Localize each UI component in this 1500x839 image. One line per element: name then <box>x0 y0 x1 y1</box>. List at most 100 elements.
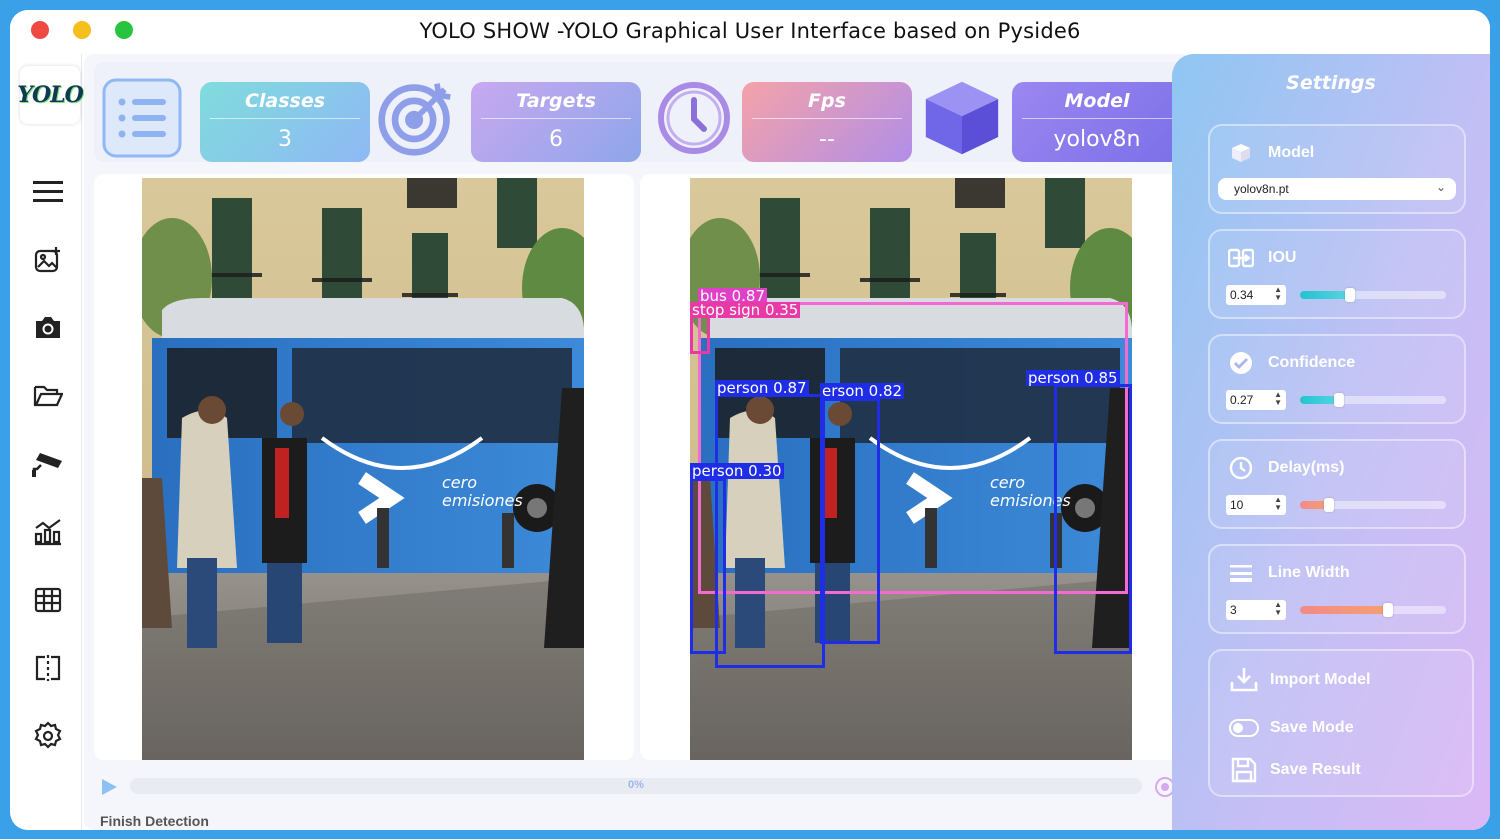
iou-setting-header: IOU <box>1226 243 1296 273</box>
check-circle-icon <box>1226 349 1256 377</box>
progress-row: 0% <box>84 772 1190 802</box>
model-value: yolov8n <box>1053 127 1141 152</box>
targets-label: Targets <box>516 90 596 112</box>
confidence-spinbox[interactable]: 0.27 ▲ ▼ <box>1226 390 1286 410</box>
left-sidebar: YOLO <box>12 54 84 830</box>
person-detection-label-4: person 0.30 <box>690 462 784 480</box>
status-text: Finish Detection <box>100 813 209 829</box>
person-detection-box-2 <box>820 398 880 644</box>
iou-settings-card: IOU 0.34 ▲ ▼ <box>1208 229 1466 319</box>
delay-label: Delay(ms) <box>1268 459 1345 476</box>
folder-open-icon[interactable] <box>32 380 64 412</box>
delay-slider-handle[interactable] <box>1324 498 1335 512</box>
import-model-label: Import Model <box>1270 671 1371 688</box>
save-mode-toggle[interactable]: Save Mode <box>1228 713 1354 743</box>
spin-arrows-icon[interactable]: ▲ ▼ <box>1274 601 1282 617</box>
line-width-label: Line Width <box>1268 564 1350 581</box>
classes-value: 3 <box>278 127 292 152</box>
toggle-switch-icon[interactable] <box>1228 713 1260 743</box>
logo-text: YOLO <box>17 82 84 108</box>
iou-slider[interactable] <box>1300 288 1446 302</box>
person-detection-label-1: person 0.87 <box>715 379 809 397</box>
yolo-logo: YOLO <box>17 66 84 124</box>
confidence-setting-header: Confidence <box>1226 348 1355 378</box>
confidence-settings-card: Confidence 0.27 ▲ ▼ <box>1208 334 1466 424</box>
model-label: Model <box>1064 90 1130 112</box>
delay-spinbox[interactable]: 10 ▲ ▼ <box>1226 495 1286 515</box>
fps-card: Fps -- <box>742 82 912 162</box>
fps-value: -- <box>819 127 835 152</box>
title-bar: YOLO SHOW -YOLO Graphical User Interface… <box>10 10 1490 52</box>
model-select-value: yolov8n.pt <box>1234 182 1289 196</box>
line-width-settings-card: Line Width 3 ▲ ▼ <box>1208 544 1466 634</box>
line-width-setting-header: Line Width <box>1226 558 1350 588</box>
classes-label: Classes <box>244 90 326 112</box>
model-select[interactable]: yolov8n.pt ⌄ <box>1218 178 1456 200</box>
confidence-slider[interactable] <box>1300 393 1446 407</box>
progress-bar[interactable]: 0% <box>130 778 1142 794</box>
clock-small-icon <box>1226 454 1256 482</box>
svg-text:emisiones: emisiones <box>442 491 523 510</box>
cube-small-icon <box>1226 139 1256 167</box>
iou-spinbox[interactable]: 0.34 ▲ ▼ <box>1226 285 1286 305</box>
line-width-slider-handle[interactable] <box>1382 603 1393 617</box>
import-icon <box>1228 665 1260 695</box>
iou-slider-handle[interactable] <box>1344 288 1355 302</box>
chevron-down-icon: ⌄ <box>1435 180 1446 194</box>
line-width-icon <box>1226 559 1256 587</box>
camera-icon[interactable] <box>32 312 64 344</box>
settings-panel: Settings Model yolov8n.pt ⌄ IOU 0.34 ▲ ▼… <box>1172 54 1490 830</box>
split-view-icon[interactable] <box>32 652 64 684</box>
window-title: YOLO SHOW -YOLO Graphical User Interface… <box>419 19 1081 43</box>
spin-arrows-icon[interactable]: ▲ ▼ <box>1274 391 1282 407</box>
person-detection-label-3: person 0.85 <box>1026 369 1120 387</box>
list-icon[interactable] <box>102 78 182 158</box>
save-icon <box>1228 755 1260 785</box>
target-icon <box>376 78 456 158</box>
chart-icon[interactable] <box>32 516 64 548</box>
confidence-label: Confidence <box>1268 354 1356 371</box>
iou-label: IOU <box>1268 249 1297 266</box>
delay-value: 10 <box>1230 498 1244 512</box>
delay-setting-header: Delay(ms) <box>1226 453 1344 483</box>
cube-icon <box>922 78 1002 158</box>
table-icon[interactable] <box>32 584 64 616</box>
main-area: Classes 3 Targets 6 Fps -- Model yolov8n… <box>84 54 1190 830</box>
stats-bar: Classes 3 Targets 6 Fps -- Model yolov8n <box>94 62 1182 162</box>
iou-value: 0.34 <box>1230 288 1254 302</box>
confidence-value: 0.27 <box>1230 393 1254 407</box>
original-image-panel: cero emisiones <box>94 174 634 760</box>
person-detection-box-3 <box>1054 384 1132 654</box>
save-result-button[interactable]: Save Result <box>1228 755 1361 785</box>
import-model-button[interactable]: Import Model <box>1228 665 1370 695</box>
model-card: Model yolov8n <box>1012 82 1182 162</box>
model-setting-header: Model <box>1226 138 1314 168</box>
confidence-slider-handle[interactable] <box>1334 393 1345 407</box>
play-icon[interactable] <box>100 778 118 796</box>
svg-text:cero: cero <box>442 473 477 492</box>
original-street-photo: cero emisiones <box>142 178 584 760</box>
model-settings-card: Model yolov8n.pt ⌄ <box>1208 124 1466 214</box>
spin-arrows-icon[interactable]: ▲ ▼ <box>1274 286 1282 302</box>
detected-street-photo: cero emisiones bus 0.87 stop sign 0.35 p… <box>690 178 1132 760</box>
divider <box>1022 118 1172 119</box>
cctv-icon[interactable] <box>32 448 64 480</box>
line-width-value: 3 <box>1230 603 1237 617</box>
clock-icon <box>654 78 734 158</box>
divider <box>481 118 631 119</box>
settings-gear-icon[interactable] <box>32 720 64 752</box>
save-mode-label: Save Mode <box>1270 719 1354 736</box>
targets-value: 6 <box>549 127 563 152</box>
iou-icon <box>1226 244 1256 272</box>
delay-slider[interactable] <box>1300 498 1446 512</box>
line-width-slider[interactable] <box>1300 603 1446 617</box>
progress-text: 0% <box>628 779 644 791</box>
detection-result-panel: cero emisiones bus 0.87 stop sign 0.35 p… <box>640 174 1180 760</box>
spin-arrows-icon[interactable]: ▲ ▼ <box>1274 496 1282 512</box>
line-width-spinbox[interactable]: 3 ▲ ▼ <box>1226 600 1286 620</box>
save-result-label: Save Result <box>1270 761 1361 778</box>
person-detection-box-1 <box>715 394 825 668</box>
menu-icon[interactable] <box>32 176 64 208</box>
image-add-icon[interactable] <box>32 244 64 276</box>
divider <box>752 118 902 119</box>
